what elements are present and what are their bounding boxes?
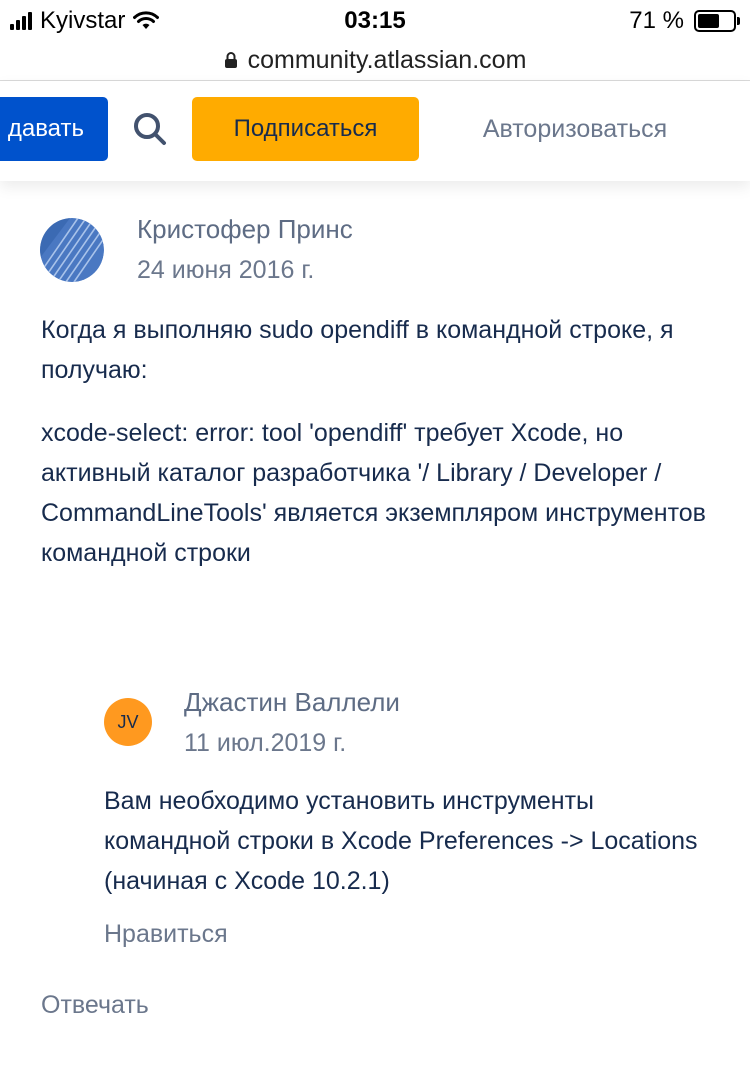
login-link[interactable]: Авторизоваться <box>440 97 710 161</box>
post-paragraph-error: xcode-select: error: tool 'opendiff' тре… <box>41 419 706 567</box>
post-date: 24 июня 2016 г. <box>137 256 315 284</box>
lock-icon <box>224 52 237 68</box>
ask-button[interactable]: давать <box>0 97 108 161</box>
battery-icon <box>694 10 740 32</box>
search-icon[interactable] <box>132 111 168 147</box>
url-text: community.atlassian.com <box>247 45 527 74</box>
like-link[interactable]: Нравиться <box>104 920 228 949</box>
status-bar: Kyivstar 03:15 71 % <box>0 0 750 40</box>
author-avatar[interactable] <box>40 218 104 282</box>
post-author[interactable]: Кристофер Принс <box>137 214 353 245</box>
site-header: давать Подписаться Авторизоваться <box>0 81 750 181</box>
subscribe-button[interactable]: Подписаться <box>192 97 419 161</box>
reply-date: 11 июл.2019 г. <box>184 729 347 757</box>
battery-status: 71 % <box>629 7 740 35</box>
reply-link[interactable]: Отвечать <box>41 991 149 1020</box>
reply-avatar[interactable]: JV <box>104 698 152 746</box>
reply-author[interactable]: Джастин Валлели <box>184 687 400 718</box>
address-bar[interactable]: community.atlassian.com <box>0 40 750 81</box>
battery-percent: 71 % <box>629 7 684 34</box>
reply-text: Вам необходимо установить инструменты ко… <box>104 787 698 895</box>
post-paragraph: Когда я выполняю sudo opendiff в командн… <box>41 316 674 384</box>
